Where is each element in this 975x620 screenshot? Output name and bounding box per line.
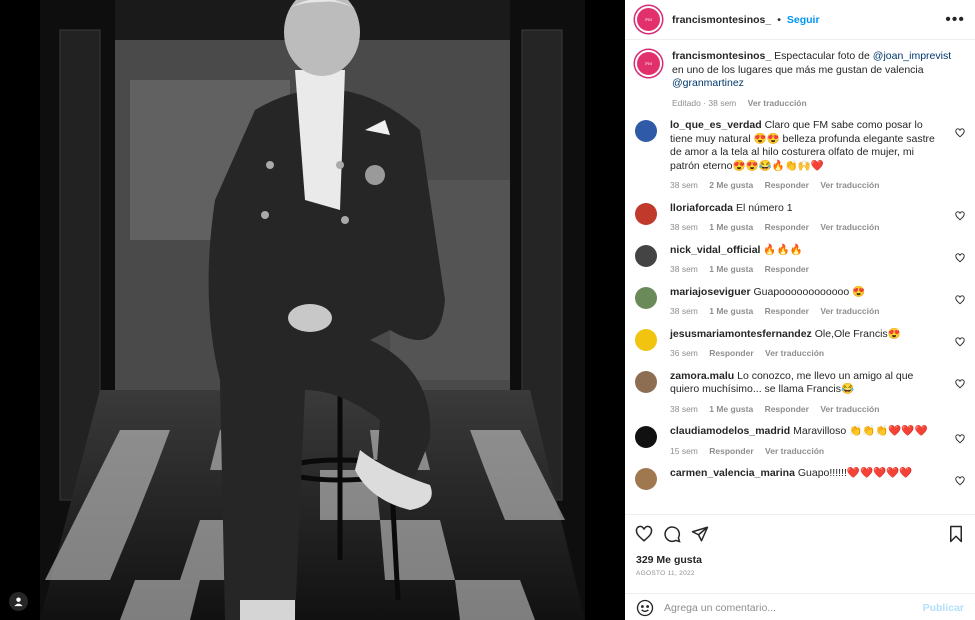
comment-likes[interactable]: 1 Me gusta	[709, 264, 753, 274]
comment-time: 38 sem	[670, 222, 698, 232]
post-date: AGOSTO 11, 2022	[636, 570, 695, 577]
commenter-avatar[interactable]	[635, 120, 657, 142]
follow-button[interactable]: Seguir	[787, 14, 820, 26]
reply-button[interactable]: Responder	[765, 180, 809, 190]
commenter-avatar[interactable]	[635, 468, 657, 490]
comment-likes[interactable]: 1 Me gusta	[709, 222, 753, 232]
comment-likes[interactable]: 2 Me gusta	[709, 180, 753, 190]
comment-time: 38 sem	[670, 180, 698, 190]
reply-button[interactable]: Responder	[765, 222, 809, 232]
comment-time: 38 sem	[670, 306, 698, 316]
comment-like-heart-icon[interactable]	[955, 294, 965, 305]
commenter-username[interactable]: carmen_valencia_marina	[670, 467, 795, 479]
reply-button[interactable]: Responder	[765, 306, 809, 316]
reply-button[interactable]: Responder	[765, 404, 809, 414]
reply-button[interactable]: Responder	[709, 348, 753, 358]
comment-time: 38 sem	[670, 264, 698, 274]
comment-item: lloriaforcada El número 1 38 sem 1 Me gu…	[635, 193, 965, 235]
commenter-username[interactable]: nick_vidal_official	[670, 244, 760, 256]
photo-illustration	[40, 0, 585, 620]
caption-avatar[interactable]: FM	[635, 50, 662, 77]
commenter-avatar[interactable]	[635, 370, 657, 393]
comment-input[interactable]	[664, 601, 923, 614]
emoji-smiley-icon[interactable]	[636, 599, 654, 617]
commenter-username[interactable]: mariajoseviguer	[670, 286, 751, 298]
caption-translate-link[interactable]: Ver traducción	[748, 98, 807, 108]
author-avatar[interactable]: FM	[635, 6, 662, 33]
translate-link[interactable]: Ver traducción	[765, 348, 824, 358]
post-photo[interactable]	[40, 0, 585, 620]
comment-like-heart-icon[interactable]	[955, 210, 965, 221]
share-paper-plane-icon[interactable]	[691, 525, 709, 543]
commenter-username[interactable]: claudiamodelos_madrid	[670, 425, 790, 437]
comment-text: Guapo!!!!!!❤️❤️❤️❤️❤️	[797, 467, 913, 479]
save-bookmark-icon[interactable]	[947, 525, 965, 543]
comment-text: 🔥🔥🔥	[763, 243, 803, 256]
commenter-username[interactable]: zamora.malu	[670, 370, 734, 382]
reply-button[interactable]: Responder	[709, 446, 753, 456]
comment-text: Maravilloso 👏👏👏❤️❤️❤️	[793, 425, 928, 437]
comment-like-heart-icon[interactable]	[955, 336, 965, 347]
comment-item: zamora.malu Lo conozco, me llevo un amig…	[635, 361, 965, 417]
comment-item: nick_vidal_official 🔥🔥🔥 38 sem 1 Me gust…	[635, 235, 965, 277]
comment-item: jesusmariamontesfernandez Ole,Ole Franci…	[635, 319, 965, 361]
caption: FM francismontesinos_ Espectacular foto …	[635, 41, 965, 110]
comment-text: Ole,Ole Francis😍	[814, 327, 901, 340]
comment-like-heart-icon[interactable]	[955, 378, 965, 389]
translate-link[interactable]: Ver traducción	[820, 306, 879, 316]
comment-time: 15 sem	[670, 445, 698, 456]
commenter-avatar[interactable]	[635, 202, 657, 225]
post-photo-area	[0, 0, 625, 620]
caption-mention-2[interactable]: @granmartinez	[672, 77, 744, 89]
comment-likes[interactable]: 1 Me gusta	[709, 404, 753, 414]
caption-text-post: en uno de los lugares que más me gustan …	[672, 63, 924, 76]
comment-time: 36 sem	[670, 348, 698, 358]
comments-list[interactable]: FM francismontesinos_ Espectacular foto …	[625, 41, 975, 514]
caption-text-pre: Espectacular foto de	[774, 50, 870, 62]
comment-item: lo_que_es_verdad Claro que FM sabe como …	[635, 110, 965, 193]
comment-text: Guapoooooooooooo 😍	[753, 285, 866, 298]
post-actions: 329 Me gusta AGOSTO 11, 2022 Publicar	[625, 514, 975, 620]
caption-mention-1[interactable]: @joan_imprevist	[873, 50, 951, 62]
caption-edited-time: Editado · 38 sem	[672, 97, 737, 108]
comment-item: claudiamodelos_madrid Maravilloso 👏👏👏❤️❤…	[635, 416, 965, 458]
translate-link[interactable]: Ver traducción	[765, 446, 824, 456]
more-options-icon[interactable]: •••	[945, 11, 965, 28]
commenter-avatar[interactable]	[635, 426, 657, 448]
author-username[interactable]: francismontesinos_	[672, 14, 771, 26]
comment-item: mariajoseviguer Guapoooooooooooo 😍 38 se…	[635, 277, 965, 319]
comment-bubble-icon[interactable]	[663, 525, 681, 543]
comment-text: El número 1	[735, 201, 793, 214]
translate-link[interactable]: Ver traducción	[820, 404, 879, 414]
commenter-avatar[interactable]	[635, 244, 657, 267]
post-side-panel: FM francismontesinos_ • Seguir ••• FM fr…	[625, 0, 975, 620]
commenter-username[interactable]: lloriaforcada	[670, 202, 733, 214]
comment-like-heart-icon[interactable]	[955, 252, 965, 263]
comment-like-heart-icon[interactable]	[955, 434, 965, 444]
caption-username[interactable]: francismontesinos_	[672, 50, 771, 62]
commenter-username[interactable]: jesusmariamontesfernandez	[670, 328, 812, 340]
post-header: FM francismontesinos_ • Seguir •••	[625, 0, 975, 40]
comment-item: carmen_valencia_marina Guapo!!!!!!❤️❤️❤️…	[635, 458, 965, 490]
reply-button[interactable]: Responder	[765, 264, 809, 274]
like-heart-icon[interactable]	[635, 525, 653, 543]
add-comment-bar: Publicar	[625, 593, 975, 620]
post-comment-button[interactable]: Publicar	[923, 602, 964, 614]
comment-likes[interactable]: 1 Me gusta	[709, 306, 753, 316]
translate-link[interactable]: Ver traducción	[820, 222, 879, 232]
translate-link[interactable]: Ver traducción	[820, 180, 879, 190]
comment-time: 38 sem	[670, 403, 698, 414]
commenter-avatar[interactable]	[635, 286, 657, 309]
comment-like-heart-icon[interactable]	[955, 476, 965, 486]
separator-dot: •	[777, 13, 781, 26]
tagged-users-icon[interactable]	[9, 592, 28, 611]
commenter-avatar[interactable]	[635, 328, 657, 351]
likes-count[interactable]: 329 Me gusta	[625, 554, 975, 566]
comment-like-heart-icon[interactable]	[955, 128, 965, 138]
commenter-username[interactable]: lo_que_es_verdad	[670, 119, 762, 131]
